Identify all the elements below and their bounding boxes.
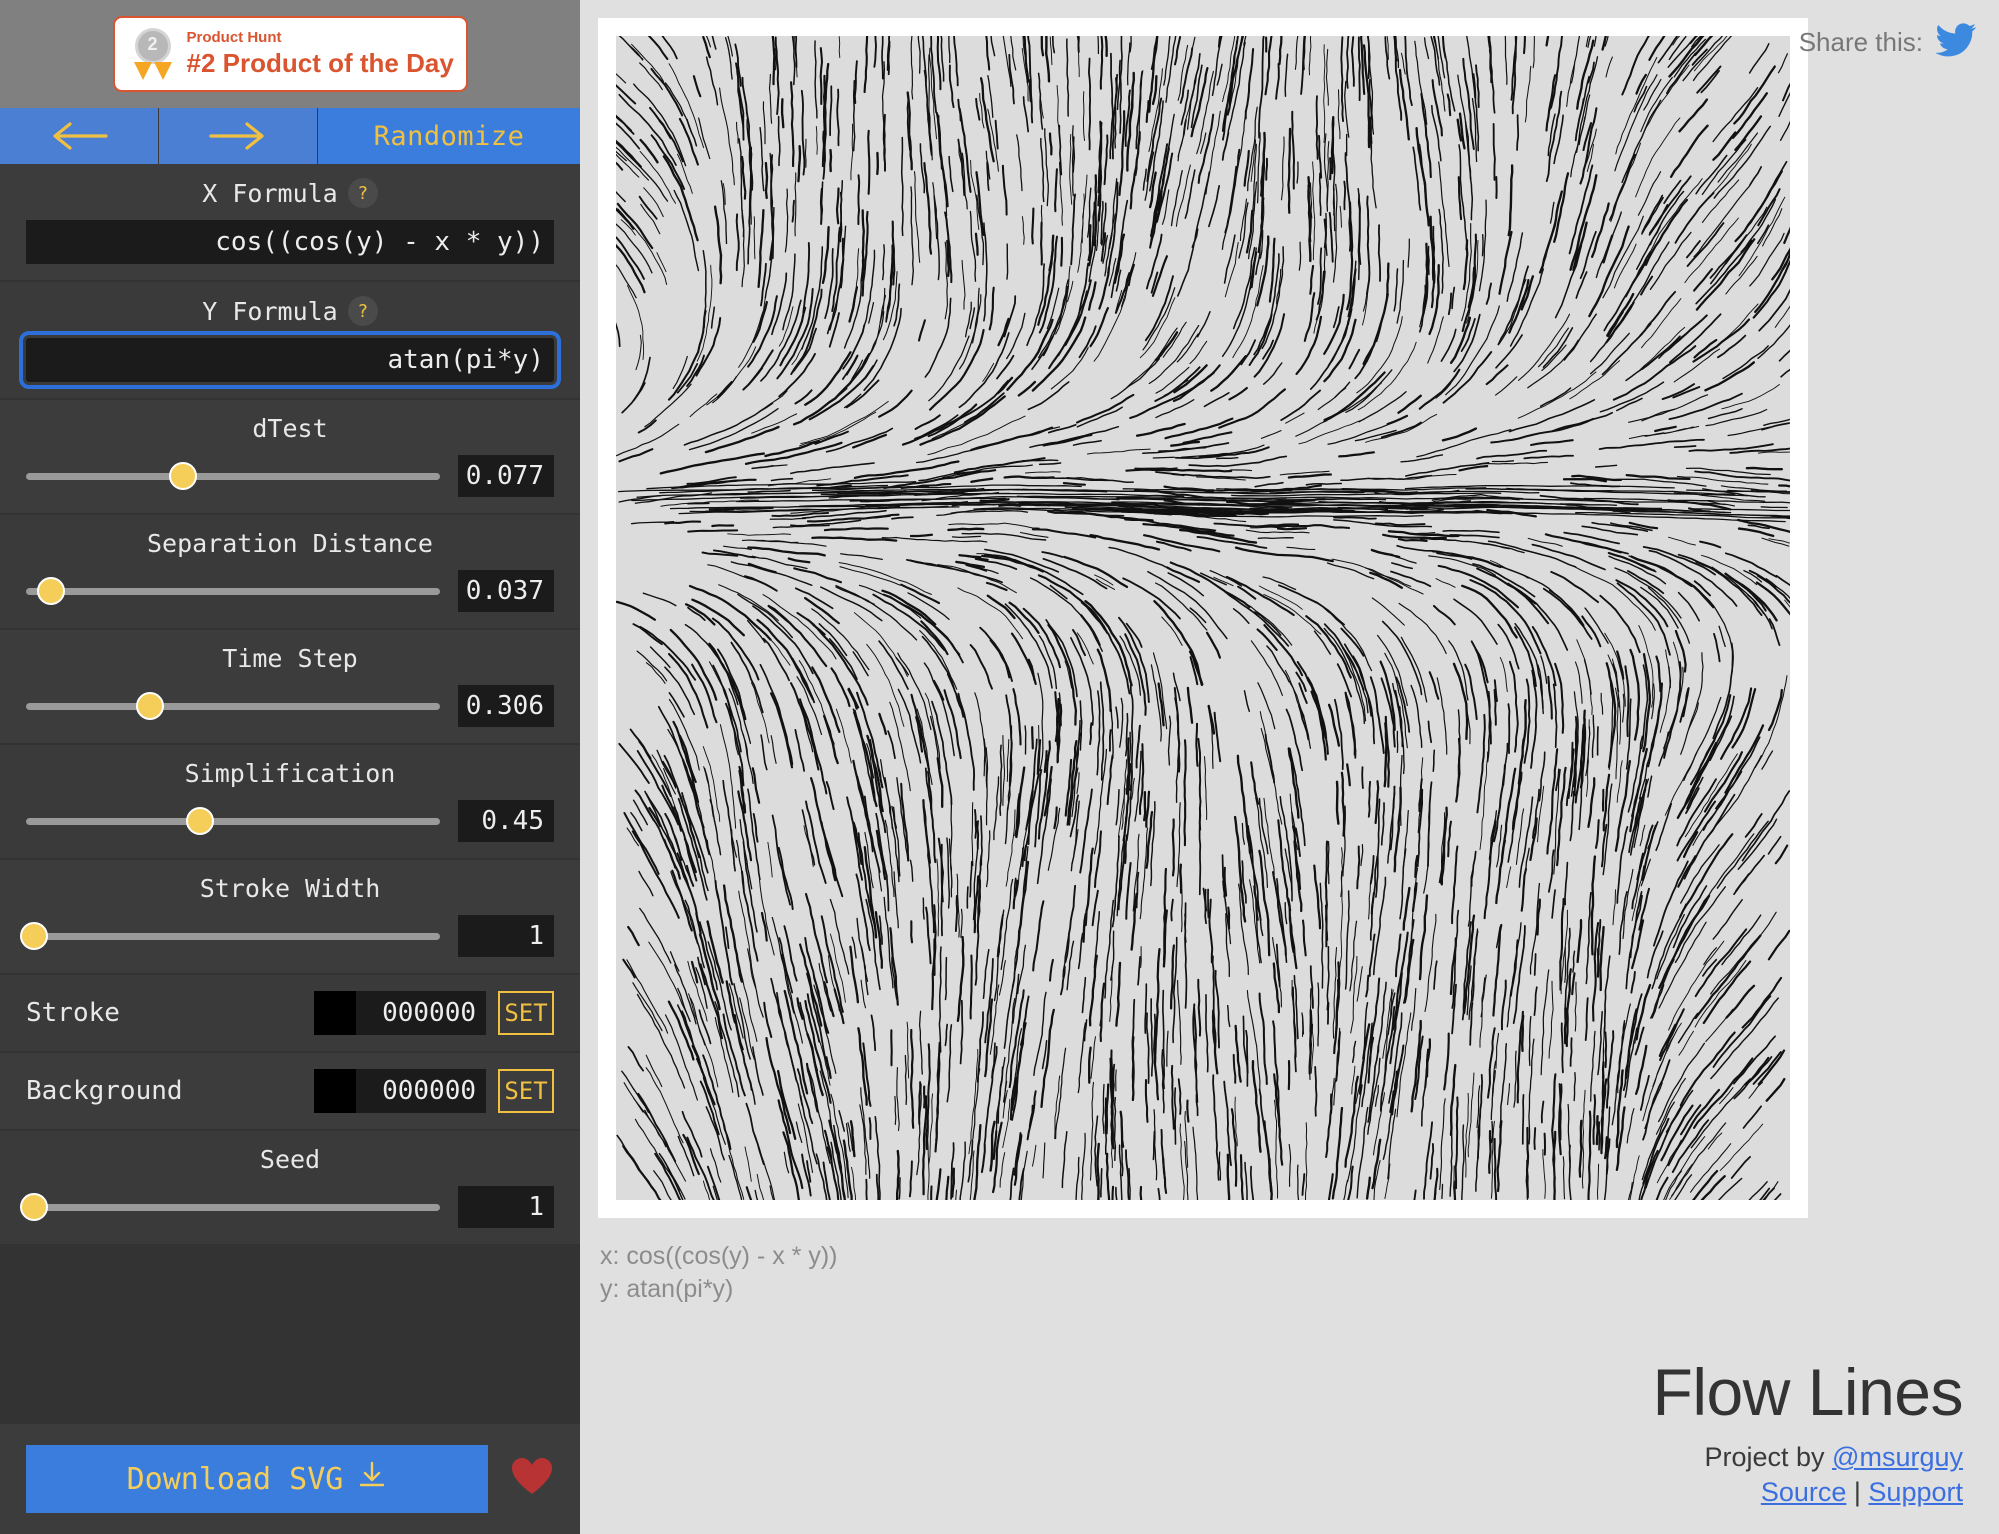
- previous-button[interactable]: [0, 108, 159, 164]
- download-svg-button[interactable]: Download SVG: [26, 1445, 488, 1513]
- download-icon: [357, 1460, 387, 1498]
- x-formula-help-icon[interactable]: ?: [347, 178, 378, 208]
- stroke-width-value[interactable]: 1: [458, 915, 554, 957]
- simplification-label: Simplification: [184, 759, 396, 788]
- simplification-slider[interactable]: [26, 807, 440, 835]
- separation-distance-slider[interactable]: [26, 577, 440, 605]
- time-step-slider[interactable]: [26, 692, 440, 720]
- background-color-row: Background 000000 SET: [0, 1053, 580, 1131]
- credit-prefix: Project by: [1704, 1442, 1833, 1472]
- sidebar-spacer: [0, 1246, 580, 1424]
- separation-distance-label: Separation Distance: [147, 529, 433, 558]
- flow-lines-artwork[interactable]: [616, 36, 1790, 1200]
- time-step-value[interactable]: 0.306: [458, 685, 554, 727]
- arrow-left-icon: [48, 121, 110, 151]
- dtest-slider[interactable]: [26, 462, 440, 490]
- seed-slider-thumb[interactable]: [20, 1193, 49, 1221]
- artwork-frame: [598, 18, 1808, 1218]
- product-hunt-title: #2 Product of the Day: [186, 48, 454, 79]
- footer-links: Source | Support: [1653, 1477, 1963, 1508]
- separation-distance-control: Separation Distance 0.037: [0, 515, 580, 630]
- caption-x: x: cos((cos(y) - x * y)): [600, 1242, 838, 1270]
- medal-rank: 2: [147, 34, 158, 54]
- y-formula-help-icon[interactable]: ?: [347, 296, 378, 326]
- source-link[interactable]: Source: [1761, 1477, 1847, 1507]
- seed-label: Seed: [259, 1145, 321, 1174]
- product-hunt-badge[interactable]: 2 Product Hunt #2 Product of the Day: [112, 16, 468, 92]
- seed-value[interactable]: 1: [458, 1186, 554, 1228]
- stroke-width-slider-thumb[interactable]: [20, 922, 49, 950]
- heart-icon[interactable]: [510, 1457, 554, 1502]
- time-step-slider-thumb[interactable]: [136, 692, 165, 720]
- background-color-hex[interactable]: 000000: [356, 1069, 486, 1113]
- product-hunt-site: Product Hunt: [186, 29, 282, 47]
- stroke-color-hex[interactable]: 000000: [356, 991, 486, 1035]
- separation-distance-value[interactable]: 0.037: [458, 570, 554, 612]
- caption-y: y: atan(pi*y): [600, 1275, 734, 1303]
- product-hunt-banner: 2 Product Hunt #2 Product of the Day: [0, 0, 580, 108]
- y-formula-label-row: Y Formula ?: [0, 296, 580, 326]
- stroke-color-swatch[interactable]: [314, 991, 356, 1035]
- simplification-slider-thumb[interactable]: [185, 807, 214, 835]
- download-svg-label: Download SVG: [126, 1461, 344, 1497]
- background-color-field: 000000: [314, 1069, 486, 1113]
- support-link[interactable]: Support: [1868, 1477, 1963, 1507]
- background-color-label: Background: [26, 1076, 183, 1106]
- randomize-button[interactable]: Randomize: [318, 108, 580, 164]
- controls-sidebar: 2 Product Hunt #2 Product of the Day Ran…: [0, 0, 580, 1534]
- arrow-right-icon: [207, 121, 269, 151]
- share-label: Share this:: [1798, 27, 1923, 57]
- page-footer: Flow Lines Project by @msurguy Source | …: [1652, 1355, 1964, 1508]
- twitter-icon[interactable]: [1935, 22, 1977, 63]
- flow-lines-app: 2 Product Hunt #2 Product of the Day Ran…: [0, 0, 1999, 1534]
- dtest-slider-thumb[interactable]: [169, 462, 198, 490]
- formula-captions: x: cos((cos(y) - x * y)) y: atan(pi*y): [600, 1240, 1999, 1306]
- stroke-width-control: Stroke Width 1: [0, 860, 580, 975]
- author-link[interactable]: @msurguy: [1832, 1442, 1963, 1472]
- seed-control: Seed 1: [0, 1131, 580, 1246]
- simplification-control: Simplification 0.45: [0, 745, 580, 860]
- dtest-value[interactable]: 0.077: [458, 455, 554, 497]
- download-row: Download SVG: [0, 1424, 580, 1534]
- x-formula-label: X Formula: [202, 178, 338, 208]
- stroke-color-field: 000000: [314, 991, 486, 1035]
- stroke-color-label: Stroke: [26, 998, 120, 1028]
- y-formula-input[interactable]: [19, 331, 561, 389]
- time-step-control: Time Step 0.306: [0, 630, 580, 745]
- y-formula-control: Y Formula ?: [0, 282, 580, 400]
- simplification-value[interactable]: 0.45: [458, 800, 554, 842]
- dtest-label: dTest: [252, 414, 328, 443]
- stroke-width-slider[interactable]: [20, 922, 440, 950]
- share-area: Share this:: [1799, 22, 1977, 63]
- dtest-control: dTest 0.077: [0, 400, 580, 515]
- seed-slider[interactable]: [20, 1193, 440, 1221]
- background-color-set-button[interactable]: SET: [498, 1069, 554, 1113]
- stroke-width-label: Stroke Width: [199, 874, 381, 903]
- nav-row: Randomize: [0, 108, 580, 164]
- medal-icon: 2: [129, 28, 177, 80]
- stroke-color-set-button[interactable]: SET: [498, 991, 554, 1035]
- x-formula-input[interactable]: [26, 220, 554, 264]
- y-formula-label: Y Formula: [202, 296, 338, 326]
- page-title: Flow Lines: [1652, 1355, 1964, 1430]
- next-button[interactable]: [159, 108, 318, 164]
- x-formula-control: X Formula ?: [0, 164, 580, 282]
- time-step-label: Time Step: [222, 644, 358, 673]
- separation-distance-slider-thumb[interactable]: [36, 577, 65, 605]
- project-credit: Project by @msurguy: [1653, 1442, 1963, 1473]
- background-color-swatch[interactable]: [314, 1069, 356, 1113]
- x-formula-label-row: X Formula ?: [0, 178, 580, 208]
- main-content: Share this: x: cos((cos(y) - x * y)) y: …: [580, 0, 1999, 1534]
- stroke-color-row: Stroke 000000 SET: [0, 975, 580, 1053]
- link-separator: |: [1853, 1477, 1861, 1507]
